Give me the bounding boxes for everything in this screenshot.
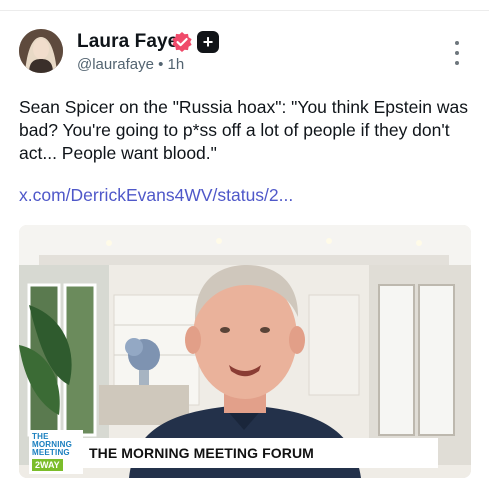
2way-brand: 2WAY <box>32 459 63 471</box>
video-card[interactable]: THE MORNING MEETING 2WAY THE MORNING MEE… <box>19 225 471 478</box>
handle-and-time: @laurafaye • 1h <box>77 56 184 73</box>
author-name[interactable]: Laura Faye <box>77 31 178 53</box>
avatar[interactable] <box>19 29 63 73</box>
post-time: 1h <box>167 56 185 73</box>
more-vertical-icon[interactable] <box>449 41 465 65</box>
subscriber-plus-badge: + <box>197 31 219 53</box>
morning-meeting-logo: THE MORNING MEETING 2WAY <box>29 430 83 474</box>
handle[interactable]: @laurafaye <box>77 56 154 73</box>
top-divider <box>0 10 489 11</box>
verified-badge-icon <box>171 31 193 53</box>
lower-third-title: THE MORNING MEETING FORUM <box>89 445 314 461</box>
logo-line-3: MEETING <box>32 448 70 457</box>
separator-dot: • <box>158 56 164 73</box>
post-text: Sean Spicer on the "Russia hoax": "You t… <box>19 97 468 163</box>
lower-third-bar: THE MORNING MEETING FORUM <box>83 438 438 468</box>
post-link[interactable]: x.com/DerrickEvans4WV/status/2... <box>19 185 293 206</box>
